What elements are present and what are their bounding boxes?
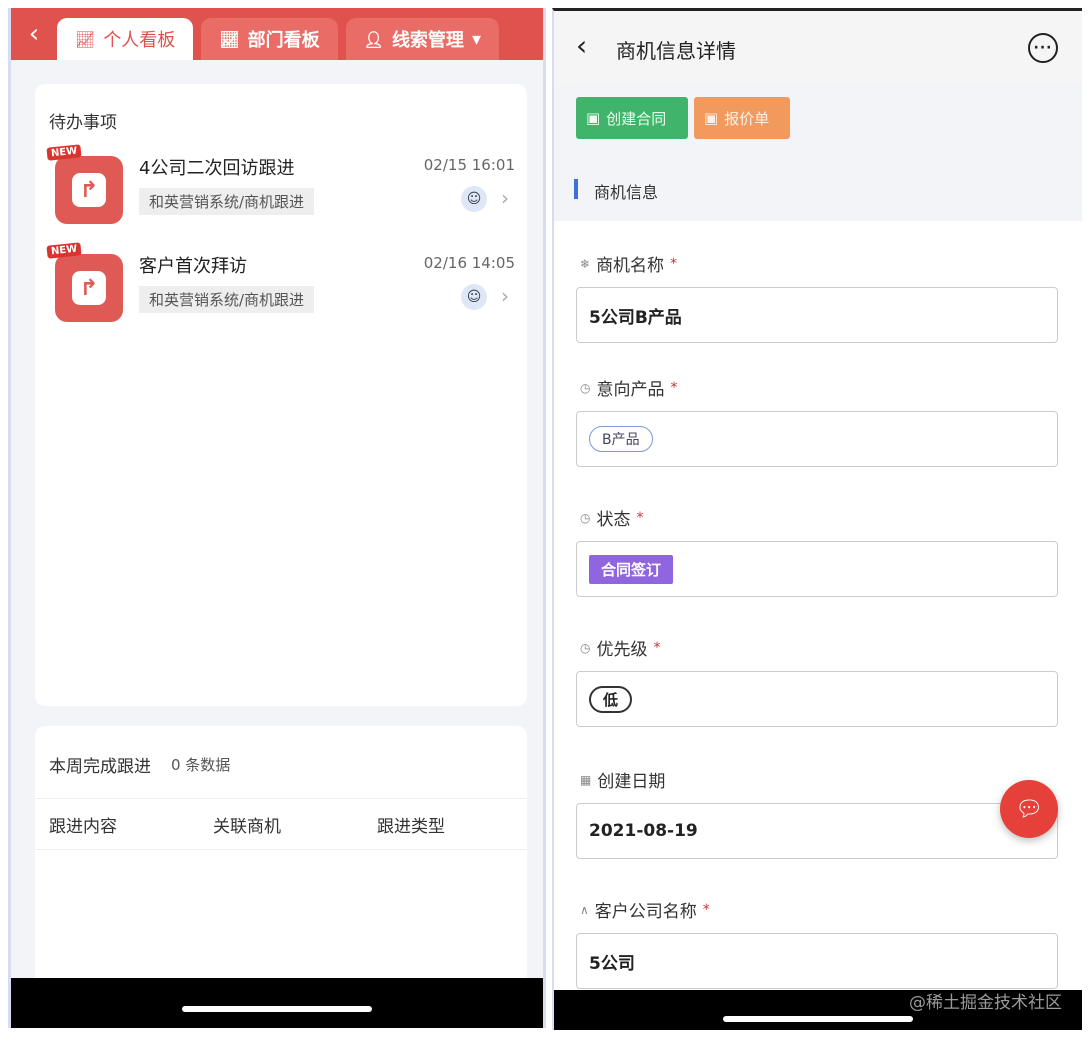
field-label: ◷ 优先级 * [580, 639, 661, 661]
column-header: 跟进内容 [49, 816, 117, 837]
section-title: 商机信息 [594, 183, 659, 202]
intended-product-field[interactable]: B产品 [576, 411, 1058, 467]
opportunity-form: ❄ 商机名称 * 5公司B产品 ◷ 意向产品 * B产品 ◷ 状态 * 合同签订… [554, 221, 1082, 1001]
calendar-icon: ▣ [586, 109, 601, 127]
caret-up-icon: ∧ [580, 902, 589, 917]
person-icon: 👤︎ [363, 29, 384, 49]
trend-chart-icon: 📈︎ [75, 29, 96, 49]
tab-label: 个人看板 [103, 30, 176, 51]
field-label: ▦ 创建日期 [580, 772, 666, 792]
status-badge: 合同签订 [589, 554, 674, 584]
required-mark: * [636, 509, 644, 526]
weekly-followup-card: 本周完成跟进 0 条数据 跟进内容 关联商机 跟进类型 [35, 726, 527, 1006]
field-label: ◷ 状态 * [580, 509, 644, 531]
required-mark: * [702, 901, 710, 918]
todo-name: 客户首次拜访 [139, 256, 247, 277]
status-field[interactable]: 合同签订 [576, 541, 1058, 597]
calendar-icon: ▣ [704, 109, 719, 127]
share-arrow-icon: ↱ [55, 156, 123, 224]
field-value: 5公司 [589, 953, 635, 974]
todo-tag: 和英营销系统/商机跟进 [139, 188, 315, 215]
table-header: 跟进内容 关联商机 跟进类型 [35, 798, 527, 850]
clock-icon: ◷ [580, 640, 591, 655]
customer-company-field[interactable]: 5公司 [576, 933, 1058, 989]
clock-icon: ◷ [580, 510, 591, 525]
tab-lead-management[interactable]: 👤︎ 线索管理 ▾ [345, 18, 499, 60]
watermark: @稀土掘金技术社区 [909, 993, 1062, 1013]
button-label: 报价单 [724, 109, 770, 128]
back-icon[interactable]: ‹ [576, 29, 587, 62]
right-screen: ‹ 商机信息详情 ··· ▣ 创建合同 ▣ 报价单 商机信息 ❄ 商机名称 * … [552, 8, 1082, 1030]
required-mark: * [653, 639, 661, 656]
share-arrow-icon: ↱ [55, 254, 123, 322]
required-mark: * [670, 379, 678, 396]
todo-tag: 和英营销系统/商机跟进 [139, 286, 315, 313]
column-header: 跟进类型 [377, 816, 445, 837]
todo-item[interactable]: ↱ NEW 4公司二次回访跟进 和英营销系统/商机跟进 02/15 16:01 … [46, 144, 515, 228]
todo-time: 02/16 14:05 [423, 254, 515, 272]
avatar: ☺ [461, 186, 487, 212]
trend-chart-icon: 📈︎ [219, 29, 240, 49]
field-value: 5公司B产品 [589, 307, 682, 328]
todo-name: 4公司二次回访跟进 [139, 158, 295, 179]
home-indicator[interactable] [182, 1006, 372, 1012]
created-date-field[interactable]: 2021-08-19 [576, 803, 1058, 859]
tab-label: 线索管理 [391, 30, 464, 51]
chat-icon[interactable]: 💬︎ [1000, 780, 1058, 838]
back-icon[interactable]: ‹ [11, 8, 57, 60]
section-accent-bar [574, 179, 578, 199]
todo-card: 待办事项 ↱ NEW 4公司二次回访跟进 和英营销系统/商机跟进 02/15 1… [35, 84, 527, 706]
required-mark: * [670, 255, 678, 272]
nav-bar: ‹ 商机信息详情 ··· [554, 11, 1082, 83]
clock-icon: ◷ [580, 380, 591, 395]
column-header: 关联商机 [213, 816, 281, 837]
home-indicator-bar [11, 978, 543, 1028]
tab-label: 部门看板 [247, 30, 320, 51]
more-icon[interactable]: ··· [1028, 33, 1058, 63]
page-title: 商机信息详情 [616, 39, 736, 63]
calendar-icon: ▦ [580, 772, 592, 787]
field-label: ◷ 意向产品 * [580, 379, 678, 401]
create-contract-button[interactable]: ▣ 创建合同 [576, 97, 688, 139]
priority-badge: 低 [589, 685, 633, 713]
section-header: 商机信息 [554, 161, 1082, 219]
button-label: 创建合同 [606, 109, 667, 128]
chevron-down-icon: ▾ [471, 28, 481, 50]
snowflake-icon: ❄ [580, 256, 591, 271]
tab-department-board[interactable]: 📈︎ 部门看板 [201, 18, 338, 60]
field-label: ∧ 客户公司名称 * [580, 901, 710, 923]
todo-title: 待办事项 [49, 113, 117, 133]
tab-personal-board[interactable]: 📈︎ 个人看板 [57, 18, 194, 60]
field-label: ❄ 商机名称 * [580, 255, 678, 277]
home-indicator[interactable] [723, 1016, 913, 1022]
field-value: 2021-08-19 [589, 821, 698, 841]
weekly-followup-title: 本周完成跟进 [49, 757, 151, 777]
left-screen: ‹ 📈︎ 个人看板 📈︎ 部门看板 👤︎ 线索管理 ▾ 待办事项 ↱ NEW 4… [8, 8, 546, 1028]
todo-time: 02/15 16:01 [423, 156, 515, 174]
opportunity-name-field[interactable]: 5公司B产品 [576, 287, 1058, 343]
chevron-right-icon[interactable]: › [501, 186, 509, 210]
weekly-followup-count: 0 条数据 [171, 756, 231, 774]
priority-field[interactable]: 低 [576, 671, 1058, 727]
chevron-right-icon[interactable]: › [501, 284, 509, 308]
quote-button[interactable]: ▣ 报价单 [694, 97, 790, 139]
avatar: ☺ [461, 284, 487, 310]
tab-bar: ‹ 📈︎ 个人看板 📈︎ 部门看板 👤︎ 线索管理 ▾ [11, 8, 543, 60]
product-tag: B产品 [589, 426, 653, 452]
todo-item[interactable]: ↱ NEW 客户首次拜访 和英营销系统/商机跟进 02/16 14:05 ☺ › [46, 242, 515, 326]
